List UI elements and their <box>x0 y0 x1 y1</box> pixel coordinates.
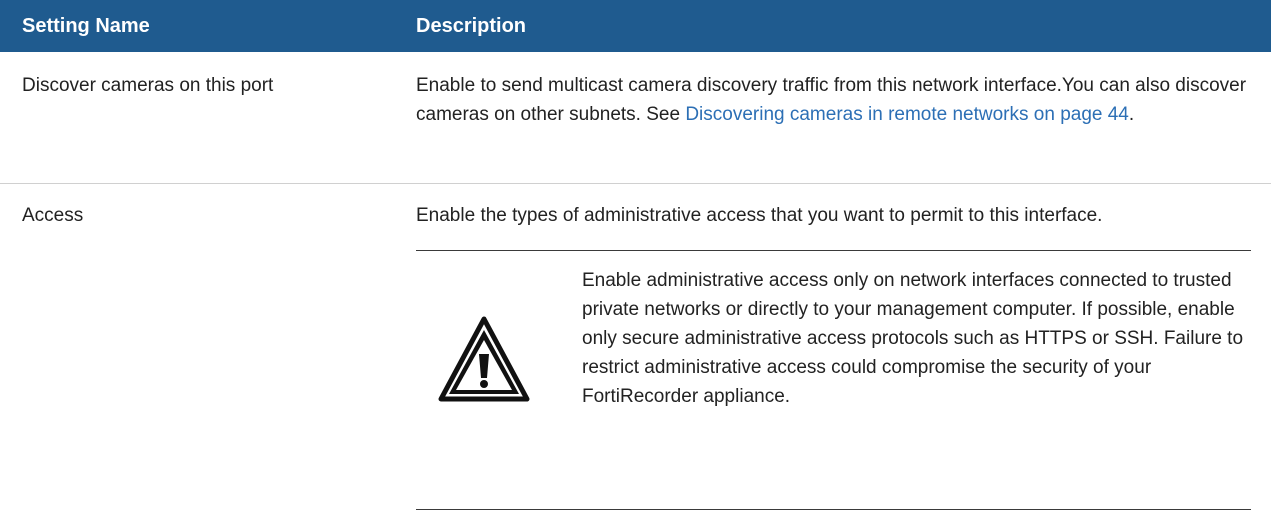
description-text-end: . <box>1128 104 1135 125</box>
setting-name: Discover cameras on this port <box>22 75 274 96</box>
warning-top-rule <box>416 250 1251 251</box>
warning-triangle-icon <box>438 316 530 402</box>
warning-bottom-rule <box>416 509 1251 510</box>
table-row: Discover cameras on this port Enable to … <box>0 52 1271 184</box>
setting-description: Enable to send multicast camera discover… <box>394 52 1271 183</box>
table-header: Setting Name Description <box>0 0 1271 52</box>
settings-table: Setting Name Description Discover camera… <box>0 0 1271 521</box>
header-setting-name: Setting Name <box>22 14 150 37</box>
setting-name: Access <box>22 205 84 226</box>
warning-text: Enable administrative access only on net… <box>582 270 1244 407</box>
header-description: Description <box>416 14 527 37</box>
discovering-cameras-link[interactable]: Discovering cameras in remote networks o… <box>685 104 1129 125</box>
